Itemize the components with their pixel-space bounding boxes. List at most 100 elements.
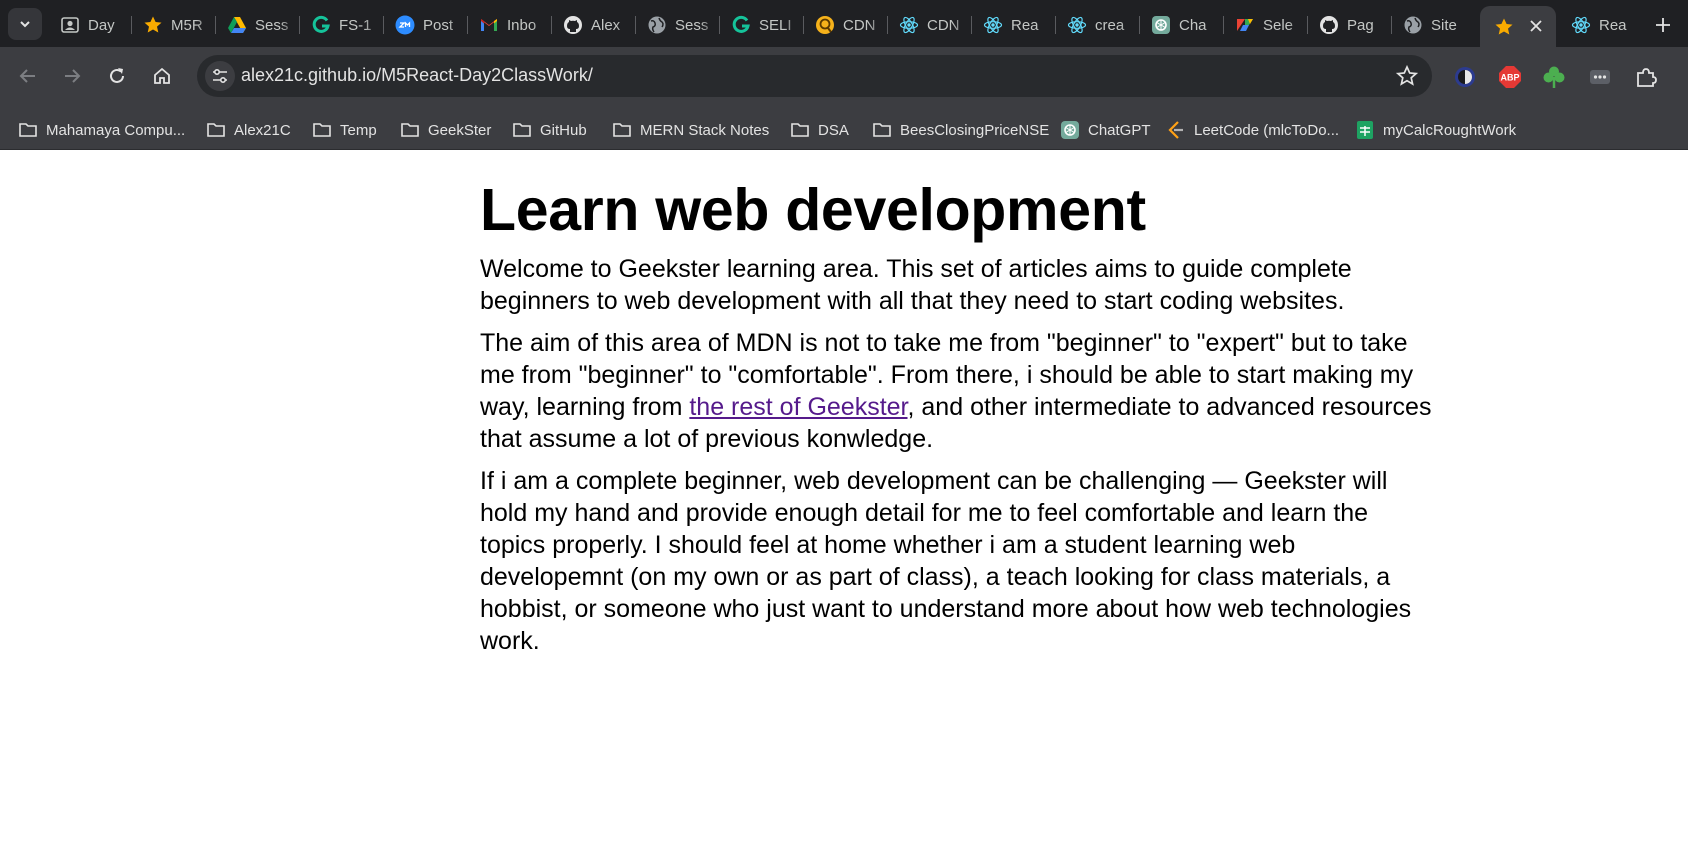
dark-reader-icon — [1455, 67, 1475, 87]
tab-6[interactable]: Alex — [555, 9, 633, 41]
bookmark-item[interactable]: Alex21C — [206, 110, 291, 150]
tab-title: Pag — [1347, 16, 1374, 34]
tab-18[interactable]: Rea — [1563, 9, 1643, 41]
tab-9[interactable]: CDN — [807, 9, 885, 41]
tab-separator — [1139, 16, 1140, 34]
bookmark-item[interactable]: GitHub — [512, 110, 587, 150]
tab-title: Post — [423, 16, 454, 34]
home-button[interactable] — [147, 61, 177, 91]
bookmark-label: MERN Stack Notes — [640, 121, 770, 139]
react-icon — [983, 16, 1003, 34]
tab-separator — [299, 16, 300, 34]
tab-separator — [719, 16, 720, 34]
gmail-icon — [481, 19, 497, 31]
extension-adblock-plus[interactable]: ABP — [1497, 64, 1523, 90]
bookmark-item[interactable]: LeetCode (mlcToDo... — [1166, 110, 1339, 150]
tab-separator — [635, 16, 636, 34]
folder-icon — [313, 123, 331, 137]
back-button[interactable] — [13, 61, 43, 91]
tab-10[interactable]: CDN — [891, 9, 969, 41]
tab-title: Day — [88, 16, 115, 34]
extensions-button[interactable] — [1633, 64, 1659, 90]
page-content: Learn web development Welcome to Geekste… — [480, 150, 1440, 657]
bookmark-item[interactable]: Mahamaya Compu... — [18, 110, 185, 150]
globe-icon — [648, 16, 666, 34]
tab-7[interactable]: Sess — [639, 9, 717, 41]
browser-toolbar: alex21c.github.io/M5React-Day2ClassWork/… — [0, 47, 1688, 110]
grammarly-icon — [732, 15, 750, 33]
reload-button[interactable] — [102, 61, 132, 91]
tab-title: CDN — [927, 16, 960, 34]
page-title: Learn web development — [480, 177, 1146, 243]
tab-close-button[interactable] — [1526, 16, 1546, 36]
react-icon — [899, 16, 919, 34]
react-icon — [1571, 16, 1591, 34]
tab-separator — [1391, 16, 1392, 34]
bookmark-item[interactable]: DSA — [790, 110, 849, 150]
google-drive-icon — [228, 17, 246, 33]
tab-separator — [551, 16, 552, 34]
bookmark-label: myCalcRoughtWork — [1383, 121, 1517, 139]
tab-title: Alex — [591, 16, 621, 34]
bookmark-label: ChatGPT — [1088, 121, 1151, 139]
tab-separator — [131, 16, 132, 34]
emoji-icon — [816, 16, 834, 34]
new-tab-button[interactable] — [1650, 12, 1676, 38]
extension-menu-icon — [1590, 70, 1610, 84]
tab-3[interactable]: FS-1 — [303, 9, 381, 41]
bookmark-item[interactable]: myCalcRoughtWork — [1355, 110, 1516, 150]
tab-2[interactable]: Sess — [219, 9, 297, 41]
tab-title: Cha — [1179, 16, 1207, 34]
github-icon — [564, 16, 582, 34]
extension-menu-button[interactable] — [1587, 64, 1613, 90]
tab-title: crea — [1095, 16, 1125, 34]
bookmark-item[interactable]: GeekSter — [400, 110, 491, 150]
tab-separator — [971, 16, 972, 34]
beginner-paragraph: If i am a complete beginner, web develop… — [480, 467, 1412, 655]
folder-icon — [19, 123, 37, 137]
tab-0[interactable]: Day — [52, 9, 130, 41]
tab-14[interactable]: Sele — [1227, 9, 1305, 41]
zoom-icon — [395, 15, 415, 35]
tab-15[interactable]: Pag — [1311, 9, 1389, 41]
geekster-link[interactable]: the rest of Geekster — [689, 393, 907, 421]
extension-clover[interactable] — [1541, 64, 1567, 90]
bookmark-label: Mahamaya Compu... — [46, 121, 186, 139]
chevron-down-icon — [20, 21, 30, 28]
tab-11[interactable]: Rea — [975, 9, 1053, 41]
tab-13[interactable]: Cha — [1143, 9, 1221, 41]
address-bar[interactable]: alex21c.github.io/M5React-Day2ClassWork/ — [197, 55, 1432, 97]
tab-12[interactable]: crea — [1059, 9, 1137, 41]
site-info-button[interactable] — [205, 61, 235, 91]
abp-label: ABP — [1500, 73, 1519, 83]
bookmark-label: LeetCode (mlcToDo... — [1194, 121, 1340, 139]
tab-separator — [383, 16, 384, 34]
bookmark-star-button[interactable] — [1395, 64, 1419, 87]
plus-icon — [1656, 18, 1670, 32]
tab-17-active[interactable] — [1480, 6, 1556, 47]
tab-title: Inbo — [507, 16, 537, 34]
folder-icon — [207, 123, 225, 137]
bookmark-item[interactable]: MERN Stack Notes — [612, 110, 769, 150]
folder-icon — [513, 123, 531, 137]
bookmark-item[interactable]: ChatGPT — [1060, 110, 1151, 150]
clover-icon — [1543, 66, 1565, 88]
tab-search-button[interactable] — [8, 8, 42, 40]
tab-4[interactable]: Post — [387, 9, 465, 41]
tab-8[interactable]: SELI — [723, 9, 801, 41]
folder-icon — [613, 123, 631, 137]
tab-title: CDN — [843, 16, 876, 34]
tab-1[interactable]: M5R — [135, 9, 213, 41]
tab-5[interactable]: Inbo — [471, 9, 549, 41]
extension-dark-reader[interactable] — [1452, 64, 1478, 90]
bookmark-item[interactable]: BeesClosingPriceNSE — [872, 110, 1049, 150]
tab-title: SELI — [759, 16, 792, 34]
url-text[interactable]: alex21c.github.io/M5React-Day2ClassWork/ — [241, 65, 593, 86]
tab-strip: Day M5R Sess FS-1 Post Inbo Alex Sess SE… — [0, 0, 1688, 47]
bookmark-item[interactable]: Temp — [312, 110, 377, 150]
star-icon — [144, 16, 162, 33]
tab-separator — [803, 16, 804, 34]
tab-16[interactable]: Site — [1395, 9, 1473, 41]
forward-button[interactable] — [57, 61, 87, 91]
bookmark-label: GitHub — [540, 121, 587, 139]
